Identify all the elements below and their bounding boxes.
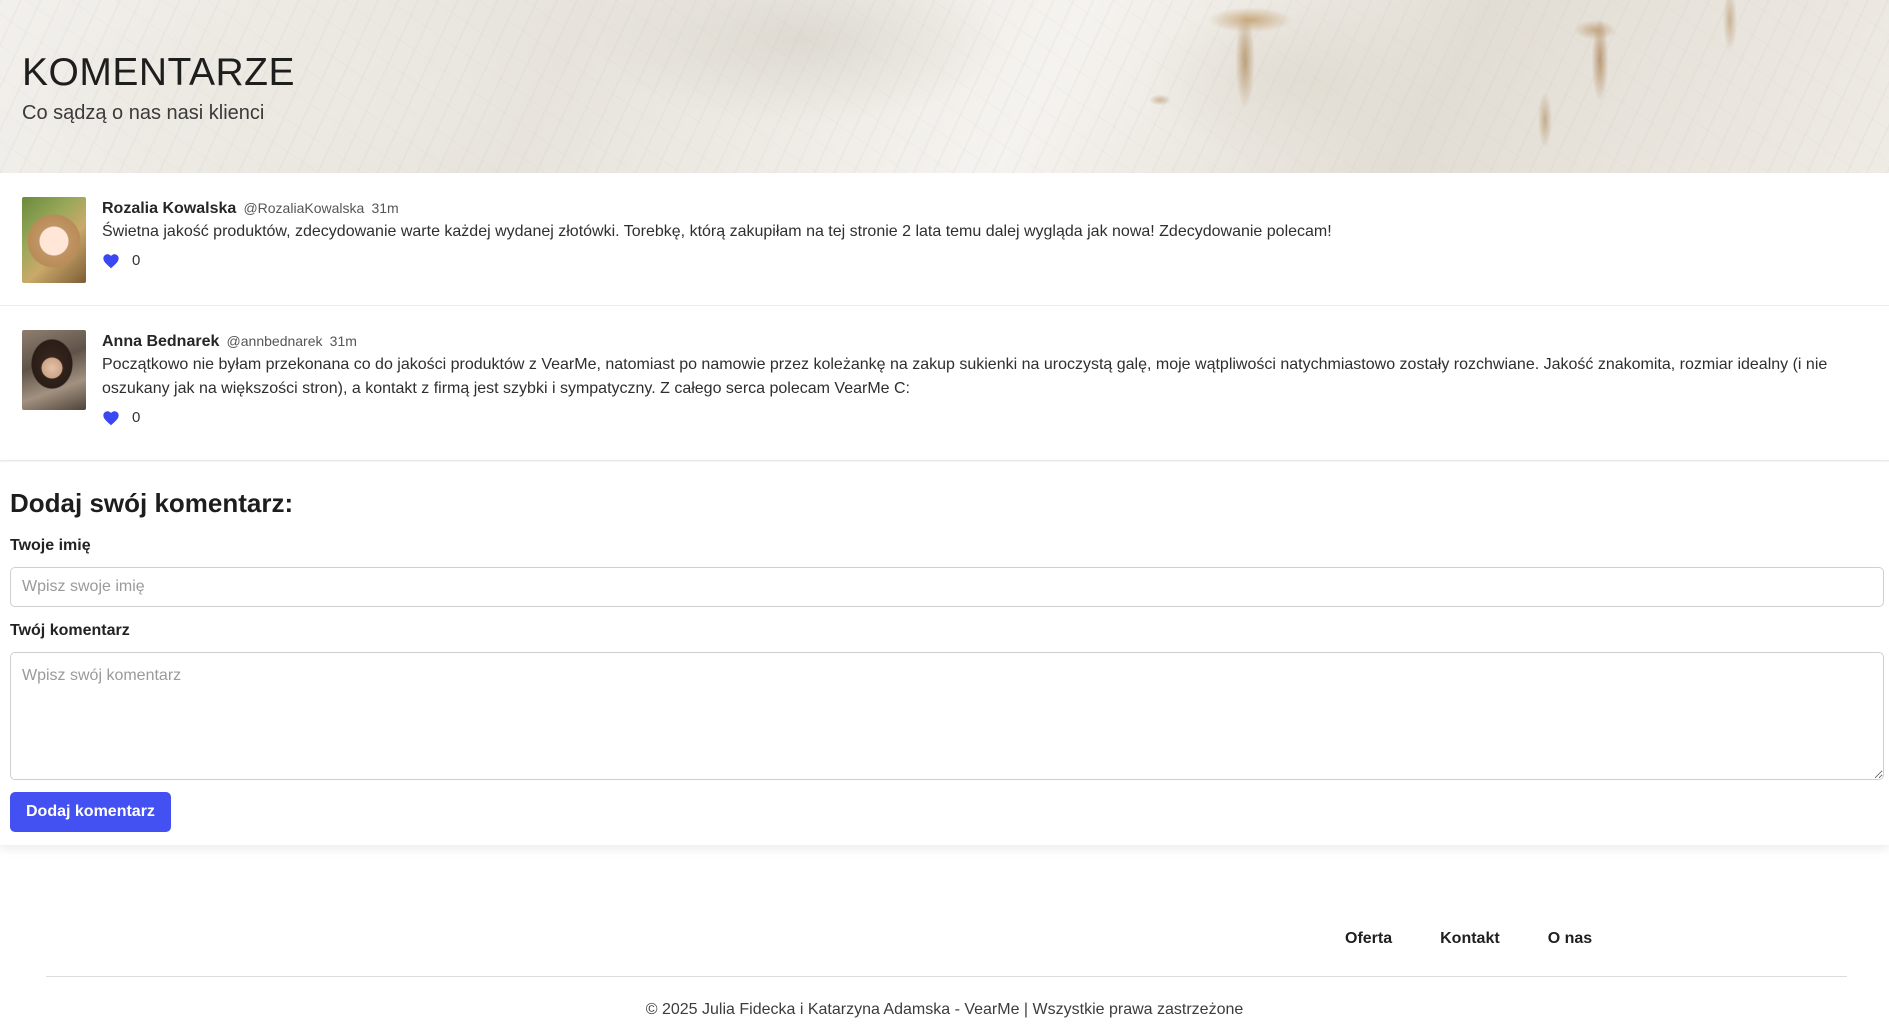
- footer-link-oferta[interactable]: Oferta: [1345, 928, 1392, 950]
- add-comment-button[interactable]: Dodaj komentarz: [10, 792, 171, 832]
- comment-handle: @annbednarek: [226, 333, 323, 349]
- page-title: KOMENTARZE: [22, 51, 295, 94]
- comment-body: Anna Bednarek @annbednarek 31m Początkow…: [102, 330, 1867, 460]
- comments-list: Rozalia Kowalska @RozaliaKowalska 31m Św…: [0, 173, 1889, 461]
- avatar: [22, 197, 86, 283]
- comment-time: 31m: [329, 333, 357, 349]
- comment-label: Twój komentarz: [10, 622, 130, 639]
- like-count: 0: [132, 252, 141, 269]
- comment-item: Rozalia Kowalska @RozaliaKowalska 31m Św…: [0, 173, 1889, 306]
- footer-link-kontakt[interactable]: Kontakt: [1440, 928, 1500, 950]
- comment-form: Dodaj swój komentarz: Twoje imię Twój ko…: [0, 461, 1889, 845]
- comment-item: Anna Bednarek @annbednarek 31m Początkow…: [0, 306, 1889, 461]
- name-input[interactable]: [10, 567, 1884, 607]
- copyright: © 2025 Julia Fidecka i Katarzyna Adamska…: [645, 1001, 1244, 1018]
- comment-text: Początkowo nie byłam przekonana co do ja…: [102, 356, 1828, 397]
- page-subtitle: Co sądzą o nas nasi klienci: [22, 102, 265, 124]
- avatar: [22, 330, 86, 410]
- heart-icon[interactable]: [102, 410, 120, 426]
- comment-textarea[interactable]: [10, 652, 1884, 780]
- comment-author: Anna Bednarek: [102, 333, 220, 350]
- heart-icon[interactable]: [102, 253, 120, 269]
- hero-banner: KOMENTARZE Co sądzą o nas nasi klienci: [0, 0, 1889, 173]
- form-title: Dodaj swój komentarz:: [10, 488, 294, 518]
- comment-author: Rozalia Kowalska: [102, 200, 237, 217]
- name-label: Twoje imię: [10, 537, 91, 554]
- like-group: 0: [102, 252, 1867, 269]
- like-count: 0: [132, 409, 141, 426]
- footer-divider: [46, 976, 1847, 977]
- comment-meta: Anna Bednarek @annbednarek 31m: [102, 330, 1867, 353]
- footer-nav: Oferta Kontakt O nas: [1345, 928, 1640, 950]
- comment-time: 31m: [371, 200, 399, 216]
- footer: Oferta Kontakt O nas © 2025 Julia Fideck…: [0, 845, 1889, 1028]
- comment-body: Rozalia Kowalska @RozaliaKowalska 31m Św…: [102, 197, 1867, 305]
- footer-link-o-nas[interactable]: O nas: [1548, 928, 1592, 950]
- comment-text: Świetna jakość produktów, zdecydowanie w…: [102, 223, 1332, 240]
- comment-meta: Rozalia Kowalska @RozaliaKowalska 31m: [102, 197, 1867, 220]
- comment-handle: @RozaliaKowalska: [243, 200, 365, 216]
- hero-text: KOMENTARZE Co sądzą o nas nasi klienci: [22, 48, 295, 126]
- like-group: 0: [102, 409, 1867, 426]
